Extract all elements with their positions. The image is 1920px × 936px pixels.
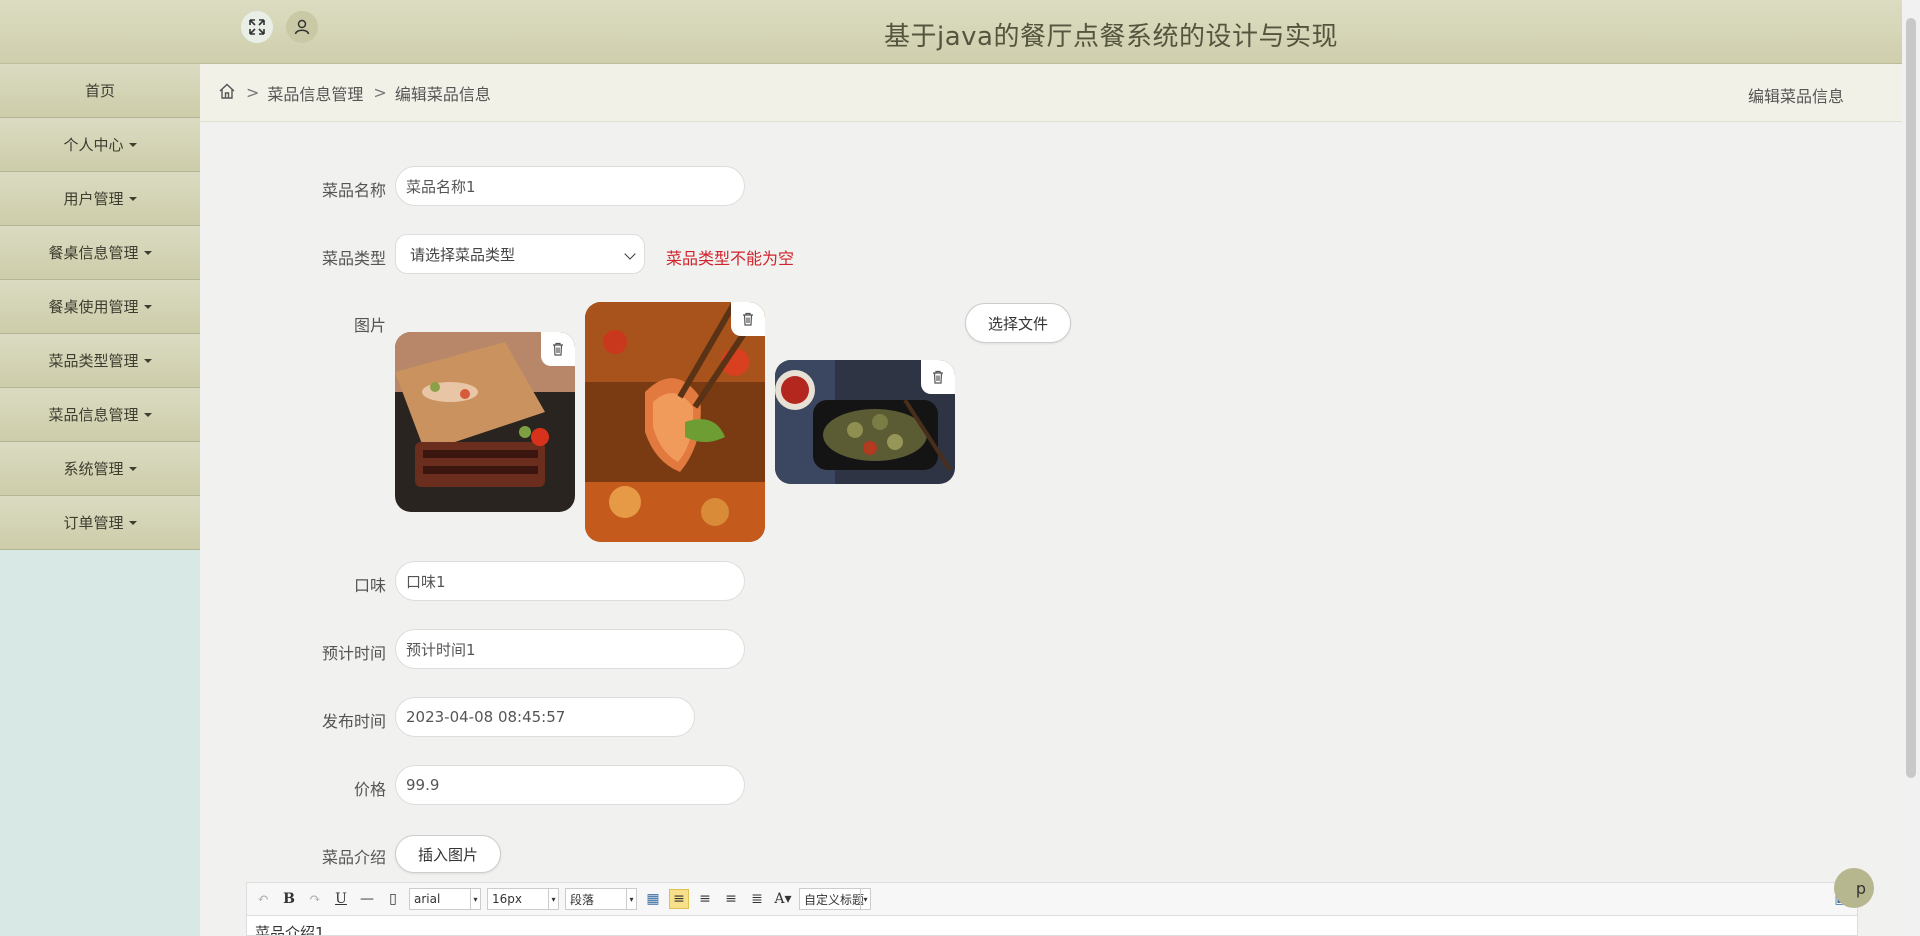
caret-down-icon bbox=[143, 412, 152, 417]
taste-input[interactable] bbox=[395, 561, 745, 601]
paragraph-select[interactable]: 段落 ▾ bbox=[565, 888, 637, 910]
top-header: 基于java的餐厅点餐系统的设计与实现 bbox=[0, 0, 1902, 64]
redo-icon[interactable]: ↷ bbox=[305, 889, 325, 909]
caret-down-icon bbox=[128, 142, 137, 147]
sidebar-item-table-info[interactable]: 餐桌信息管理 bbox=[0, 226, 200, 280]
breadcrumb: > 菜品信息管理 > 编辑菜品信息 编辑菜品信息 bbox=[200, 64, 1902, 122]
home-icon[interactable] bbox=[218, 82, 236, 104]
page-scrollbar[interactable] bbox=[1902, 0, 1920, 936]
floating-button[interactable]: p bbox=[1834, 868, 1874, 908]
fullscreen-icon[interactable] bbox=[241, 11, 273, 43]
sidebar-item-user-management[interactable]: 用户管理 bbox=[0, 172, 200, 226]
caret-down-icon bbox=[143, 250, 152, 255]
dish-image-3 bbox=[775, 360, 955, 484]
paragraph-value: 段落 bbox=[570, 892, 595, 907]
sidebar-item-label: 餐桌信息管理 bbox=[48, 244, 139, 262]
type-error: 菜品类型不能为空 bbox=[666, 249, 795, 268]
dish-name-input[interactable] bbox=[395, 166, 745, 206]
dish-image-1 bbox=[395, 332, 575, 512]
intro-label: 菜品介绍 bbox=[321, 848, 386, 867]
dropdown-arrow-icon: ▾ bbox=[470, 889, 480, 909]
sidebar-item-dish-info[interactable]: 菜品信息管理 bbox=[0, 388, 200, 442]
sidebar-item-dish-type[interactable]: 菜品类型管理 bbox=[0, 334, 200, 388]
sidebar: 首页 个人中心 用户管理 餐桌信息管理 餐桌使用管理 菜品类型管理 菜品信息管理… bbox=[0, 64, 200, 936]
est-time-label: 预计时间 bbox=[321, 644, 386, 663]
sidebar-item-label: 个人中心 bbox=[63, 136, 124, 154]
sidebar-item-home[interactable]: 首页 bbox=[0, 64, 200, 118]
choose-file-button[interactable]: 选择文件 bbox=[965, 303, 1071, 343]
caret-down-icon bbox=[143, 358, 152, 363]
editor-toolbar: ↶ B ↷ U — ▯ arial ▾ 16px ▾ 段落 ▾ ▦ ≡ ≡ ≡ ≣ A… bbox=[246, 882, 1858, 916]
horizontal-rule-icon[interactable]: — bbox=[357, 889, 377, 909]
breadcrumb-separator: > bbox=[246, 83, 260, 102]
caret-down-icon bbox=[128, 466, 137, 471]
breadcrumb-edit-dish: 编辑菜品信息 bbox=[394, 84, 491, 104]
dish-image-2 bbox=[585, 302, 765, 542]
sidebar-item-label: 菜品信息管理 bbox=[48, 406, 139, 424]
document-icon[interactable]: ▯ bbox=[383, 889, 403, 909]
sidebar-item-orders[interactable]: 订单管理 bbox=[0, 496, 200, 550]
page-title: 编辑菜品信息 bbox=[1747, 87, 1844, 106]
type-label: 菜品类型 bbox=[321, 249, 386, 268]
editor-content[interactable]: 菜品介绍1 bbox=[246, 916, 1858, 936]
font-color-icon[interactable]: A▾ bbox=[773, 889, 793, 909]
name-label: 菜品名称 bbox=[321, 181, 386, 200]
table-icon[interactable]: ▦ bbox=[643, 889, 663, 909]
caret-down-icon bbox=[143, 304, 152, 309]
publish-time-label: 发布时间 bbox=[321, 712, 386, 731]
est-time-input[interactable] bbox=[395, 629, 745, 669]
caret-down-icon bbox=[128, 520, 137, 525]
dropdown-arrow-icon: ▾ bbox=[860, 889, 870, 909]
scrollbar-thumb[interactable] bbox=[1906, 18, 1916, 778]
font-family-select[interactable]: arial ▾ bbox=[409, 888, 481, 910]
font-size-value: 16px bbox=[492, 892, 522, 906]
bold-icon[interactable]: B bbox=[279, 889, 299, 909]
publish-time-input[interactable] bbox=[395, 697, 695, 737]
sidebar-item-label: 订单管理 bbox=[63, 514, 124, 532]
font-size-select[interactable]: 16px ▾ bbox=[487, 888, 559, 910]
sidebar-item-label: 系统管理 bbox=[63, 460, 124, 478]
sidebar-item-table-usage[interactable]: 餐桌使用管理 bbox=[0, 280, 200, 334]
align-left-icon[interactable]: ≡ bbox=[669, 889, 689, 909]
custom-title-value: 自定义标题 bbox=[804, 892, 865, 907]
underline-icon[interactable]: U bbox=[331, 889, 351, 909]
sidebar-item-system[interactable]: 系统管理 bbox=[0, 442, 200, 496]
dropdown-arrow-icon: ▾ bbox=[548, 889, 558, 909]
dish-type-select[interactable]: 请选择菜品类型 bbox=[395, 234, 645, 274]
delete-image-3-icon[interactable] bbox=[921, 360, 955, 394]
caret-down-icon bbox=[128, 196, 137, 201]
dropdown-arrow-icon: ▾ bbox=[626, 889, 636, 909]
sidebar-item-label: 餐桌使用管理 bbox=[48, 298, 139, 316]
sidebar-item-label: 首页 bbox=[84, 82, 115, 100]
edit-dish-form: 菜品名称 菜品类型 请选择菜品类型 菜品类型不能为空 图片 bbox=[200, 122, 1902, 936]
sidebar-item-label: 用户管理 bbox=[63, 190, 124, 208]
user-icon[interactable] bbox=[286, 11, 318, 43]
site-title: 基于java的餐厅点餐系统的设计与实现 bbox=[884, 22, 1338, 52]
chevron-down-icon bbox=[624, 248, 636, 260]
delete-image-2-icon[interactable] bbox=[731, 302, 765, 336]
align-right-icon[interactable]: ≡ bbox=[695, 889, 715, 909]
align-justify-icon[interactable]: ≣ bbox=[747, 889, 767, 909]
delete-image-1-icon[interactable] bbox=[541, 332, 575, 366]
sidebar-item-personal-center[interactable]: 个人中心 bbox=[0, 118, 200, 172]
sidebar-item-label: 菜品类型管理 bbox=[48, 352, 139, 370]
font-family-value: arial bbox=[414, 892, 441, 906]
breadcrumb-dish-info[interactable]: 菜品信息管理 bbox=[267, 81, 363, 105]
custom-title-select[interactable]: 自定义标题 ▾ bbox=[799, 888, 871, 910]
images-label: 图片 bbox=[353, 316, 386, 335]
price-label: 价格 bbox=[353, 780, 386, 799]
insert-image-button[interactable]: 插入图片 bbox=[395, 835, 501, 873]
taste-label: 口味 bbox=[353, 576, 386, 595]
dish-type-selected: 请选择菜品类型 bbox=[410, 245, 516, 264]
breadcrumb-separator: > bbox=[373, 83, 387, 102]
align-center-icon[interactable]: ≡ bbox=[721, 889, 741, 909]
price-input[interactable] bbox=[395, 765, 745, 805]
undo-icon[interactable]: ↶ bbox=[253, 889, 273, 909]
